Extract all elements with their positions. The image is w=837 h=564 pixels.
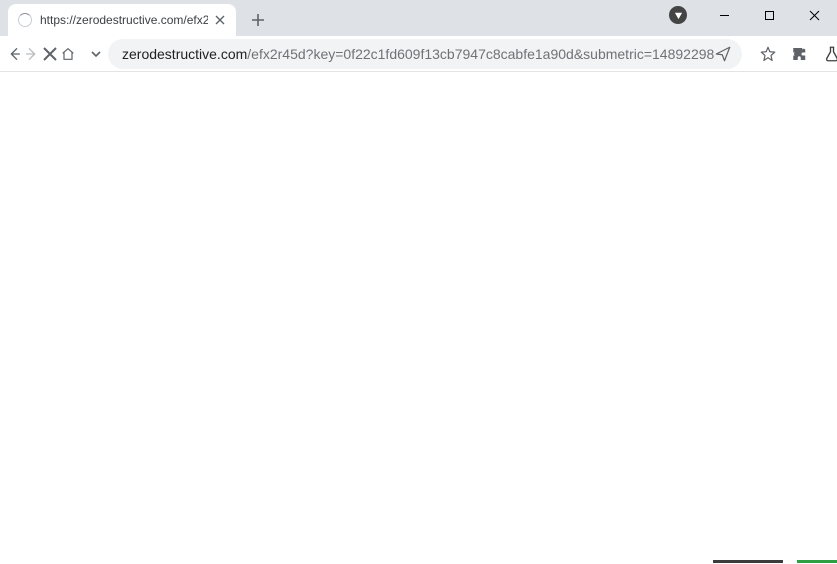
taskbar-segment bbox=[797, 560, 837, 563]
toolbar: zerodestructive.com/efx2r45d?key=0f22c1f… bbox=[0, 36, 837, 72]
url-domain: zerodestructive.com bbox=[122, 46, 247, 62]
star-icon bbox=[759, 45, 777, 63]
arrow-left-icon bbox=[6, 46, 22, 62]
page-content bbox=[0, 72, 837, 564]
minimize-button[interactable] bbox=[702, 0, 747, 30]
plus-icon bbox=[251, 13, 265, 27]
forward-button[interactable] bbox=[24, 39, 40, 69]
bookmark-button[interactable] bbox=[754, 40, 782, 68]
labs-button[interactable] bbox=[818, 40, 837, 68]
toolbar-actions bbox=[754, 40, 837, 68]
home-button[interactable] bbox=[60, 39, 76, 69]
window-controls bbox=[702, 0, 837, 30]
url-path: /efx2r45d?key=0f22c1fd609f13cb7947c8cabf… bbox=[247, 46, 714, 62]
tab-strip: https://zerodestructive.com/efx2 bbox=[0, 0, 837, 36]
location-indicator-icon[interactable] bbox=[669, 6, 687, 24]
back-button[interactable] bbox=[6, 39, 22, 69]
tab-close-button[interactable] bbox=[212, 12, 228, 28]
stop-button[interactable] bbox=[42, 39, 58, 69]
taskbar-fragment bbox=[713, 560, 837, 564]
loading-spinner-icon bbox=[18, 13, 32, 27]
close-icon bbox=[215, 15, 225, 25]
maximize-button[interactable] bbox=[747, 0, 792, 30]
taskbar-segment bbox=[713, 560, 783, 563]
site-info-button[interactable] bbox=[84, 39, 108, 69]
minimize-icon bbox=[719, 10, 730, 21]
arrow-right-icon bbox=[24, 46, 40, 62]
puzzle-icon bbox=[791, 45, 809, 63]
maximize-icon bbox=[764, 10, 775, 21]
send-icon bbox=[714, 45, 732, 63]
close-icon bbox=[809, 10, 820, 21]
new-tab-button[interactable] bbox=[244, 6, 272, 34]
home-icon bbox=[60, 46, 76, 62]
browser-tab[interactable]: https://zerodestructive.com/efx2 bbox=[8, 4, 236, 36]
close-icon bbox=[42, 46, 58, 62]
chevron-down-icon bbox=[90, 48, 102, 60]
window-close-button[interactable] bbox=[792, 0, 837, 30]
flask-icon bbox=[823, 45, 837, 63]
extensions-button[interactable] bbox=[786, 40, 814, 68]
address-bar-container: zerodestructive.com/efx2r45d?key=0f22c1f… bbox=[84, 39, 742, 69]
share-button[interactable] bbox=[714, 45, 732, 63]
address-bar[interactable]: zerodestructive.com/efx2r45d?key=0f22c1f… bbox=[108, 39, 742, 69]
tab-title: https://zerodestructive.com/efx2 bbox=[40, 13, 208, 27]
